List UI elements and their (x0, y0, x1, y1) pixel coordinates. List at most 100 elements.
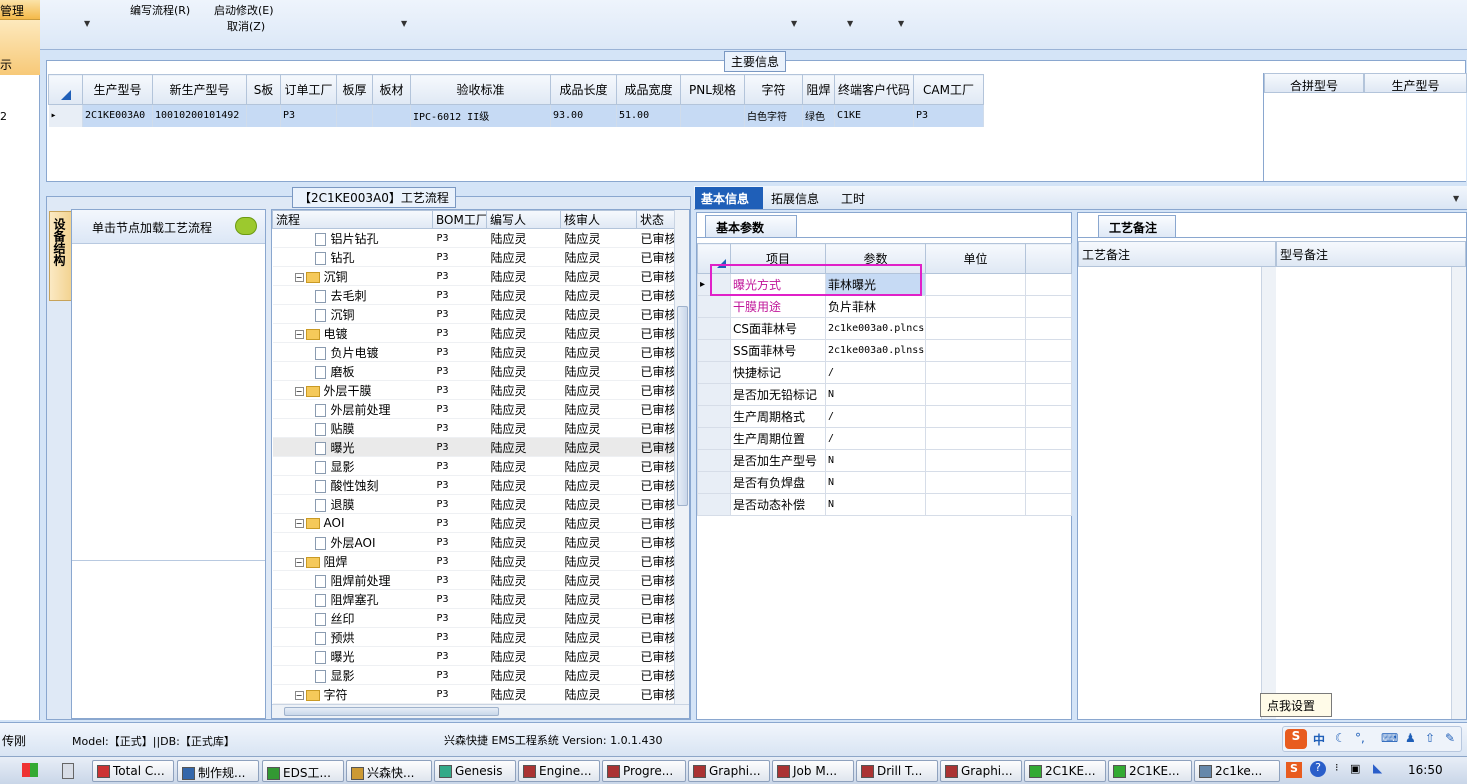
tree-node-label[interactable]: AOI (324, 516, 345, 530)
tree-row[interactable]: 丝印 P3 陆应灵 陆应灵 已审核 (272, 608, 675, 628)
row-selector[interactable] (697, 317, 731, 340)
taskbar-button[interactable]: Graphi... (688, 760, 770, 782)
ime-toolbar[interactable]: S 中 ☾ °, ⌨ ♟ ⇧ ✎ (1282, 726, 1462, 752)
grid-cell[interactable]: 2C1KE003A0 (82, 104, 153, 127)
param-unit[interactable] (925, 317, 1026, 340)
tab-basic-info[interactable]: 基本信息 (695, 187, 763, 209)
tree-node-label[interactable]: 阻焊前处理 (331, 574, 391, 588)
model-remark-scrollbar[interactable] (1451, 267, 1466, 719)
grid-cell[interactable]: 白色字符 (744, 104, 803, 127)
param-unit[interactable] (925, 383, 1026, 406)
chevron-down-icon[interactable]: ▼ (1453, 194, 1459, 203)
column-header[interactable]: 状态 (636, 210, 675, 229)
tree-node-label[interactable]: 钻孔 (331, 251, 355, 265)
remarks-tab[interactable]: 工艺备注 (1098, 215, 1176, 237)
param-row[interactable]: CS面菲林号 2c1ke003a0.plncs (697, 317, 1072, 340)
tree-row[interactable]: 铝片钻孔 P3 陆应灵 陆应灵 已审核 (272, 228, 675, 248)
param-row[interactable]: 快捷标记 / (697, 361, 1072, 384)
column-header[interactable]: 单位 (925, 243, 1026, 274)
taskbar-button[interactable]: Total C... (92, 760, 174, 782)
scrollbar-thumb[interactable] (677, 306, 688, 506)
row-selector[interactable] (697, 427, 731, 450)
grid-corner[interactable] (48, 74, 83, 105)
tree-row[interactable]: 外层AOI P3 陆应灵 陆应灵 已审核 (272, 532, 675, 552)
taskbar-button[interactable]: Drill T... (856, 760, 938, 782)
column-header[interactable]: 成品长度 (550, 74, 617, 105)
taskbar-button[interactable]: EDS工... (262, 760, 344, 782)
collapse-toggle-icon[interactable]: − (294, 386, 304, 396)
row-selector[interactable] (697, 449, 731, 472)
tree-node-label[interactable]: 外层AOI (331, 536, 376, 550)
taskbar-button[interactable]: 兴森快... (346, 760, 432, 782)
param-row[interactable]: SS面菲林号 2c1ke003a0.plnss (697, 339, 1072, 362)
tree-row[interactable]: 显影 P3 陆应灵 陆应灵 已审核 (272, 456, 675, 476)
tree-node-label[interactable]: 沉铜 (331, 308, 355, 322)
taskbar-button[interactable]: Genesis (434, 760, 516, 782)
tree-node-label[interactable]: 退膜 (331, 498, 355, 512)
param-unit[interactable] (925, 273, 1026, 296)
tree-node-label[interactable]: 沉铜 (324, 270, 348, 284)
chevron-down-icon[interactable]: ▼ (898, 19, 904, 28)
tree-node-label[interactable]: 阻焊塞孔 (331, 593, 379, 607)
param-value[interactable]: N (825, 493, 926, 516)
taskbar-button[interactable]: 2C1KE... (1108, 760, 1192, 782)
grid-cell[interactable]: P3 (280, 104, 337, 127)
help-icon[interactable]: ? (1310, 761, 1326, 777)
param-unit[interactable] (925, 295, 1026, 318)
chevron-down-icon[interactable]: ▼ (401, 19, 407, 28)
tray-arrows-icon[interactable]: ⁝ (1335, 761, 1339, 774)
grid-cell[interactable] (680, 104, 745, 127)
column-header[interactable]: 终端客户代码 (833, 74, 915, 105)
grid-cell[interactable]: IPC-6012 II级 (410, 104, 551, 127)
tree-row[interactable]: 酸性蚀刻 P3 陆应灵 陆应灵 已审核 (272, 475, 675, 495)
param-value[interactable]: / (825, 405, 926, 428)
tree-node-label[interactable]: 电镀 (324, 327, 348, 341)
tree-row[interactable]: − 阻焊 P3 陆应灵 陆应灵 已审核 (272, 551, 675, 571)
row-selector[interactable] (697, 361, 731, 384)
column-header[interactable]: 字符 (744, 74, 803, 105)
tree-row[interactable]: − 沉铜 P3 陆应灵 陆应灵 已审核 (272, 266, 675, 286)
param-value[interactable]: N (825, 471, 926, 494)
param-row[interactable]: 是否加生产型号 N (697, 449, 1072, 472)
tree-node-label[interactable]: 铝片钻孔 (331, 232, 379, 246)
tree-row[interactable]: 阻焊塞孔 P3 陆应灵 陆应灵 已审核 (272, 589, 675, 609)
param-unit[interactable] (925, 405, 1026, 428)
tree-node-label[interactable]: 贴膜 (331, 422, 355, 436)
row-selector[interactable]: ▸ (48, 104, 83, 127)
tree-node-label[interactable]: 丝印 (331, 612, 355, 626)
tree-row[interactable]: − AOI P3 陆应灵 陆应灵 已审核 (272, 513, 675, 533)
grid-cell[interactable] (246, 104, 281, 127)
collapse-toggle-icon[interactable]: − (294, 272, 304, 282)
collapse-toggle-icon[interactable]: − (294, 519, 304, 528)
merge-model-header[interactable]: 合拼型号 (1264, 73, 1364, 93)
taskbar-button[interactable]: Graphi... (940, 760, 1022, 782)
row-selector[interactable] (697, 405, 731, 428)
basic-params-tab[interactable]: 基本参数 (705, 215, 797, 237)
tree-row[interactable]: − 外层干膜 P3 陆应灵 陆应灵 已审核 (272, 380, 675, 400)
tree-row[interactable]: − 字符 P3 陆应灵 陆应灵 已审核 (272, 684, 675, 704)
taskbar-button[interactable]: 制作规... (177, 760, 259, 782)
nav-tab-manage[interactable]: 管理 (0, 0, 40, 20)
tree-row[interactable]: 钻孔 P3 陆应灵 陆应灵 已审核 (272, 247, 675, 267)
collapse-toggle-icon[interactable]: − (294, 329, 304, 339)
settings-tooltip[interactable]: 点我设置 (1260, 693, 1332, 717)
wrench-icon[interactable]: ✎ (1445, 731, 1455, 745)
param-value[interactable]: 2c1ke003a0.plnss (825, 339, 926, 362)
column-header[interactable]: 编写人 (486, 210, 561, 229)
grid-cell[interactable] (372, 104, 411, 127)
param-row[interactable]: 是否动态补偿 N (697, 493, 1072, 516)
column-header[interactable]: 核审人 (560, 210, 637, 229)
edit-flow-menu[interactable]: 编写流程(R) (130, 2, 190, 18)
sogou-icon[interactable]: S (1285, 729, 1307, 749)
tree-row[interactable]: 磨板 P3 陆应灵 陆应灵 已审核 (272, 361, 675, 381)
param-unit[interactable] (925, 471, 1026, 494)
production-model-header[interactable]: 生产型号 (1364, 73, 1467, 93)
column-header[interactable]: 阻焊 (802, 74, 835, 105)
param-unit[interactable] (925, 493, 1026, 516)
tree-node-label[interactable]: 阻焊 (324, 555, 348, 569)
tab-extended-info[interactable]: 拓展信息 (771, 190, 819, 207)
param-value[interactable]: 2c1ke003a0.plncs (825, 317, 926, 340)
taskbar-button[interactable]: 2c1ke... (1194, 760, 1280, 782)
ime-chinese-indicator[interactable]: 中 (1313, 731, 1325, 748)
row-selector[interactable] (697, 339, 731, 362)
